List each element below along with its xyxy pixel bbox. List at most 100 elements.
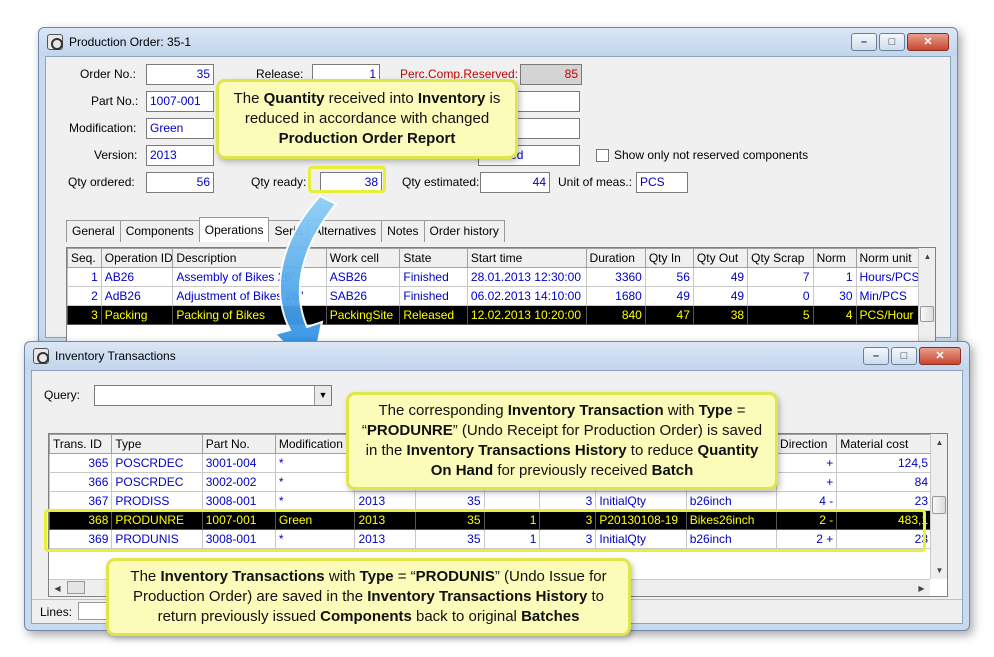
scroll-right-icon[interactable]: ▶ bbox=[913, 580, 930, 596]
minimize-button[interactable]: – bbox=[863, 347, 889, 365]
chevron-down-icon[interactable]: ▼ bbox=[314, 386, 331, 405]
unit-of-meas-field[interactable]: PCS bbox=[636, 172, 688, 193]
inventory-titlebar[interactable]: Inventory Transactions – □ ✕ bbox=[25, 342, 969, 370]
minimize-button[interactable]: – bbox=[851, 33, 877, 51]
operations-cell: Hours/PCS bbox=[855, 267, 921, 287]
qty-ordered-field[interactable]: 56 bbox=[146, 172, 214, 193]
transactions-cell: 84 bbox=[836, 472, 932, 492]
transactions-col-header[interactable]: Trans. ID bbox=[49, 434, 113, 454]
scroll-down-icon[interactable]: ▼ bbox=[931, 562, 947, 579]
transactions-cell: 365 bbox=[49, 453, 113, 473]
production-order-tabs: General Components Operations Seria Alte… bbox=[66, 217, 505, 242]
maximize-button[interactable]: □ bbox=[879, 33, 905, 51]
operations-cell: 3360 bbox=[585, 267, 646, 287]
minimize-icon: – bbox=[860, 36, 868, 48]
transactions-col-header[interactable]: Part No. bbox=[201, 434, 276, 454]
operations-col-header[interactable]: Work cell bbox=[325, 248, 401, 268]
qty-estimated-label: Qty estimated: bbox=[402, 175, 480, 189]
tab-operations[interactable]: Operations bbox=[198, 217, 270, 242]
query-label: Query: bbox=[44, 388, 81, 402]
transactions-col-header[interactable]: Direction bbox=[776, 434, 838, 454]
tab-general[interactable]: General bbox=[66, 220, 121, 242]
operations-cell: ASB26 bbox=[325, 267, 401, 287]
app-icon bbox=[33, 348, 49, 364]
operations-table-row[interactable]: 2 AdB26 Adjustment of Bikes 26" SAB26 Finish… bbox=[67, 286, 921, 306]
transactions-scroll-thumb[interactable] bbox=[932, 496, 946, 514]
operations-col-header[interactable]: Qty Scrap bbox=[747, 248, 814, 268]
operations-cell: 47 bbox=[644, 305, 694, 325]
query-combo[interactable]: ▼ bbox=[94, 385, 332, 406]
operations-col-header[interactable]: Duration bbox=[585, 248, 646, 268]
operations-cell: 0 bbox=[747, 286, 814, 306]
operations-cell: AdB26 bbox=[100, 286, 174, 306]
version-field[interactable]: 2013 bbox=[146, 145, 214, 166]
callout-text: The bbox=[233, 90, 264, 107]
operations-header-row: Seq. Operation ID Description Work cell Stat… bbox=[67, 248, 921, 268]
scroll-up-icon[interactable]: ▲ bbox=[931, 434, 947, 451]
show-only-not-reserved-checkbox[interactable] bbox=[596, 149, 609, 162]
transactions-cell: 3002-002 bbox=[201, 472, 276, 492]
modification-field[interactable]: Green bbox=[146, 118, 214, 139]
scroll-up-icon[interactable]: ▲ bbox=[919, 248, 935, 265]
transactions-cell: 3001-004 bbox=[201, 453, 276, 473]
close-button[interactable]: ✕ bbox=[907, 33, 949, 51]
operations-col-header[interactable]: Norm bbox=[812, 248, 857, 268]
close-button[interactable]: ✕ bbox=[919, 347, 961, 365]
maximize-button[interactable]: □ bbox=[891, 347, 917, 365]
operations-scroll-thumb[interactable] bbox=[920, 306, 934, 322]
operations-table-row[interactable]: 1 AB26 Assembly of Bikes 26" ASB26 Finished 2… bbox=[67, 267, 921, 287]
tab-order-history[interactable]: Order history bbox=[423, 220, 505, 242]
callout-text: to reduce bbox=[626, 442, 698, 459]
operations-cell: Assembly of Bikes 26" bbox=[172, 267, 327, 287]
transactions-vertical-scrollbar[interactable]: ▲ ▼ bbox=[930, 434, 947, 579]
transactions-table-row[interactable]: 367 PRODISS 3008-001 * 2013 35 3 InitialQty b26i… bbox=[49, 491, 932, 511]
operations-cell: SAB26 bbox=[325, 286, 401, 306]
operations-cell: 4 bbox=[812, 305, 857, 325]
transactions-cell: 366 bbox=[49, 472, 113, 492]
operations-cell: 56 bbox=[644, 267, 694, 287]
tab-components[interactable]: Components bbox=[119, 220, 200, 242]
operations-cell: 1 bbox=[67, 267, 102, 287]
order-no-field[interactable]: 35 bbox=[146, 64, 214, 85]
operations-grid[interactable]: Seq. Operation ID Description Work cell Stat… bbox=[66, 247, 936, 342]
transactions-cell: b26inch bbox=[685, 491, 778, 511]
transactions-col-header[interactable]: Type bbox=[111, 434, 203, 454]
operations-col-header[interactable]: State bbox=[399, 248, 468, 268]
part-no-label: Part No.: bbox=[91, 94, 139, 108]
operations-col-header[interactable]: Norm unit bbox=[855, 248, 921, 268]
tab-serial[interactable]: Seria bbox=[268, 220, 309, 242]
operations-vertical-scrollbar[interactable]: ▲ bbox=[918, 248, 935, 341]
operations-cell: 7 bbox=[747, 267, 814, 287]
inventory-title: Inventory Transactions bbox=[55, 349, 176, 363]
operations-col-header[interactable]: Seq. bbox=[67, 248, 102, 268]
operations-col-header[interactable]: Operation ID bbox=[100, 248, 174, 268]
callout-text: Quantity bbox=[263, 90, 325, 107]
callout-text: Inventory Transactions bbox=[160, 568, 325, 585]
tab-notes[interactable]: Notes bbox=[381, 220, 425, 242]
tab-alternatives[interactable]: Alternatives bbox=[307, 220, 383, 242]
production-order-titlebar[interactable]: Production Order: 35-1 – □ ✕ bbox=[39, 28, 957, 56]
maximize-icon: □ bbox=[888, 36, 896, 48]
transactions-cell: POSCRDEC bbox=[111, 453, 203, 473]
operations-cell: 49 bbox=[644, 286, 694, 306]
scroll-left-icon[interactable]: ◀ bbox=[49, 580, 66, 596]
transactions-cell: POSCRDEC bbox=[111, 472, 203, 492]
transactions-hscroll-thumb[interactable] bbox=[67, 581, 85, 594]
callout-quantity-reduced: The Quantity received into Inventory is … bbox=[216, 79, 518, 159]
operations-cell: 28.01.2013 12:30:00 bbox=[466, 267, 587, 287]
part-no-field[interactable]: 1007-001 bbox=[146, 91, 214, 112]
operations-col-header[interactable]: Qty Out bbox=[692, 248, 749, 268]
operations-table-row[interactable]: 3 Packing Packing of Bikes PackingSite Relea… bbox=[67, 305, 921, 325]
lines-label: Lines: bbox=[40, 605, 73, 619]
order-no-label: Order No.: bbox=[80, 67, 137, 81]
operations-cell: Released bbox=[399, 305, 468, 325]
operations-col-header[interactable]: Description bbox=[172, 248, 327, 268]
operations-col-header[interactable]: Start time bbox=[466, 248, 587, 268]
operations-cell: AB26 bbox=[100, 267, 174, 287]
transactions-col-header[interactable]: Modification bbox=[274, 434, 356, 454]
minimize-icon: – bbox=[872, 350, 880, 362]
transactions-col-header[interactable]: Material cost bbox=[836, 434, 932, 454]
operations-col-header[interactable]: Qty In bbox=[644, 248, 694, 268]
callout-text: = “ bbox=[393, 568, 416, 585]
qty-estimated-field[interactable]: 44 bbox=[480, 172, 550, 193]
